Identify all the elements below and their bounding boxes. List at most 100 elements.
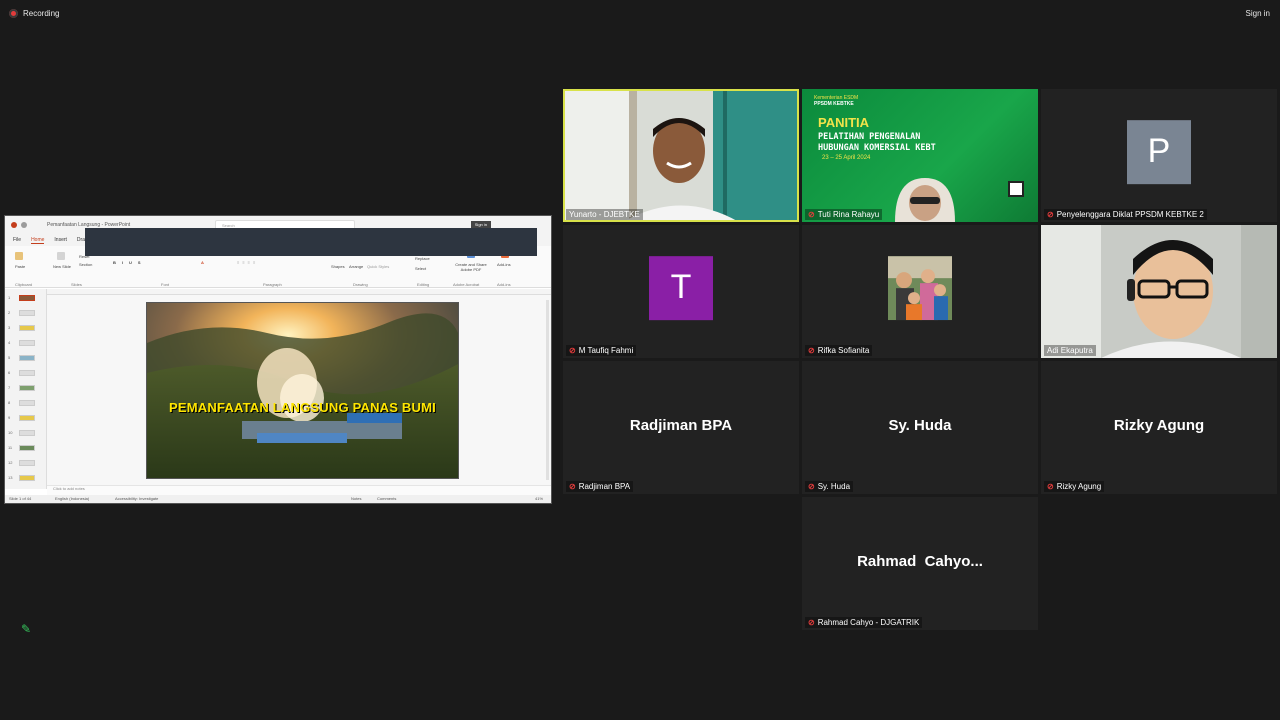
participant-tile[interactable]: Radjiman BPA ⊘ Radjiman BPA	[563, 361, 799, 494]
slide-thumb[interactable]	[19, 460, 35, 466]
slide-thumb[interactable]	[19, 355, 35, 361]
powerpoint-icon	[11, 222, 17, 228]
participant-video	[895, 178, 955, 222]
banner-org2: PPSDM KEBTKE	[814, 101, 854, 107]
arrange-button[interactable]: Arrange	[349, 264, 363, 269]
participant-name-text: Radjiman BPA	[578, 482, 631, 491]
participant-name: Adi Ekaputra	[1044, 345, 1096, 356]
group-slides: Slides	[71, 282, 82, 287]
select-button[interactable]: Select	[415, 266, 426, 271]
participant-video	[1041, 225, 1277, 358]
replace-button[interactable]: Replace	[415, 256, 430, 261]
banner-line1: PELATIHAN PENGENALAN	[818, 132, 921, 142]
slide-title: PEMANFAATAN LANGSUNG PANAS BUMI	[169, 400, 436, 415]
recording-label: Recording	[23, 9, 60, 18]
pencil-icon[interactable]: ✎	[16, 619, 36, 639]
participant-name-text: Penyelenggara Diklat PPSDM KEBTKE 2	[1056, 210, 1204, 219]
banner-dates: 23 – 25 April 2024	[822, 155, 871, 161]
participant-tile[interactable]: Sy. Huda ⊘ Sy. Huda	[802, 361, 1038, 494]
participant-display-name: Rahmad Cahyo...	[857, 553, 983, 570]
participant-tile[interactable]: Rahmad Cahyo... ⊘ Rahmad Cahyo - DJGATRI…	[802, 497, 1038, 630]
slide-thumbnails: 1 2 3 4 5 6 7 8 9 10 11 12 13	[5, 289, 47, 489]
save-icon[interactable]	[21, 222, 27, 228]
participant-name: ⊘ M Taufiq Fahmi	[566, 345, 637, 356]
participant-name-text: Rifka Sofianita	[817, 346, 870, 355]
font-color-icon[interactable]: A	[201, 260, 204, 265]
slide-thumb[interactable]	[19, 430, 35, 436]
slide-thumb[interactable]	[19, 445, 35, 451]
slide-thumb[interactable]	[19, 400, 35, 406]
muted-mic-icon: ⊘	[569, 346, 576, 355]
thumb-number: 13	[8, 475, 13, 480]
ppt-sign-in-button[interactable]: Sign in	[470, 221, 491, 228]
muted-mic-icon: ⊘	[1047, 210, 1054, 219]
sign-in-link[interactable]: Sign in	[1246, 9, 1270, 18]
participant-tile[interactable]: ⊘ Rifka Sofianita	[802, 225, 1038, 358]
slide-thumb[interactable]	[19, 475, 35, 481]
paste-button[interactable]: Paste	[15, 264, 25, 269]
group-editing: Editing	[417, 282, 430, 287]
paste-icon[interactable]	[15, 252, 23, 260]
banner-title: PANITIA	[818, 115, 870, 130]
add-ins-button[interactable]: Add-ins	[497, 262, 511, 267]
participant-name: ⊘ Rifka Sofianita	[805, 345, 873, 356]
new-slide-button[interactable]: New Slide	[53, 264, 71, 269]
tab-file[interactable]: File	[13, 237, 21, 243]
quick-styles-button[interactable]: Quick Styles	[367, 264, 389, 269]
paragraph-align-icons[interactable]: ≡≡≡≡	[237, 260, 258, 265]
muted-mic-icon: ⊘	[1047, 482, 1054, 491]
slide-thumb[interactable]	[19, 295, 35, 301]
shared-screen: Pemanfaatan Langsung - PowerPoint Search…	[4, 215, 552, 504]
section-button[interactable]: Section	[79, 262, 92, 267]
slide-thumb[interactable]	[19, 340, 35, 346]
participant-tile[interactable]: T ⊘ M Taufiq Fahmi	[563, 225, 799, 358]
notes-pane[interactable]: Click to add notes	[47, 485, 551, 495]
slide-thumb[interactable]	[19, 310, 35, 316]
slide-thumb[interactable]	[19, 385, 35, 391]
create-share-pdf-button[interactable]: Create and Share Adobe PDF	[451, 262, 491, 272]
font-format-buttons[interactable]: BIUS	[113, 260, 147, 265]
muted-mic-icon: ⊘	[808, 210, 815, 219]
participant-name: Yunarto - DJEBTKE	[566, 209, 643, 220]
group-drawing: Drawing	[353, 282, 368, 287]
vertical-scrollbar[interactable]	[546, 300, 549, 480]
thumb-number: 9	[8, 415, 11, 420]
participant-tile[interactable]: P ⊘ Penyelenggara Diklat PPSDM KEBTKE 2	[1041, 89, 1277, 222]
top-bar: Recording Sign in	[0, 0, 1280, 28]
new-slide-icon[interactable]	[57, 252, 65, 260]
slide-thumb[interactable]	[19, 370, 35, 376]
slide-thumb[interactable]	[19, 415, 35, 421]
avatar-initial: P	[1147, 132, 1171, 171]
qr-code-icon	[1008, 181, 1024, 197]
shapes-button[interactable]: Shapes	[331, 264, 345, 269]
recording-indicator[interactable]: Recording	[9, 9, 59, 18]
language-indicator[interactable]: English (Indonesia)	[55, 496, 89, 501]
tab-home[interactable]: Home	[31, 237, 45, 244]
thumb-number: 3	[8, 325, 11, 330]
group-clipboard: Clipboard	[15, 282, 33, 287]
group-addins: Add-ins	[497, 282, 511, 287]
accessibility-indicator[interactable]: Accessibility: Investigate	[115, 496, 158, 501]
muted-mic-icon: ⊘	[808, 482, 815, 491]
participant-name: ⊘ Penyelenggara Diklat PPSDM KEBTKE 2	[1044, 209, 1207, 220]
slide-counter: Slide 1 of 44	[9, 496, 32, 501]
avatar: T	[649, 255, 713, 320]
muted-mic-icon: ⊘	[808, 618, 815, 627]
tab-insert[interactable]: Insert	[54, 237, 67, 243]
participant-tile[interactable]: Rizky Agung ⊘ Rizky Agung	[1041, 361, 1277, 494]
participant-tile[interactable]: Yunarto - DJEBTKE	[563, 89, 799, 222]
avatar-initial: T	[670, 268, 692, 307]
zoom-level[interactable]: 41%	[535, 496, 543, 501]
current-slide[interactable]: PEMANFAATAN LANGSUNG PANAS BUMI	[146, 302, 459, 479]
comments-button[interactable]: Comments	[377, 496, 396, 501]
redacted-bar	[85, 228, 537, 256]
notes-button[interactable]: Notes	[351, 496, 361, 501]
participant-name: ⊘ Sy. Huda	[805, 481, 854, 492]
participant-tile[interactable]: Adi Ekaputra	[1041, 225, 1277, 358]
slide-thumb[interactable]	[19, 325, 35, 331]
participant-name-text: Sy. Huda	[817, 482, 851, 491]
tab-draw[interactable]: Dra	[77, 237, 85, 243]
muted-mic-icon: ⊘	[569, 482, 576, 491]
participant-name-text: Tuti Rina Rahayu	[817, 210, 880, 219]
participant-tile[interactable]: Kementerian ESDM PPSDM KEBTKE PANITIA PE…	[802, 89, 1038, 222]
